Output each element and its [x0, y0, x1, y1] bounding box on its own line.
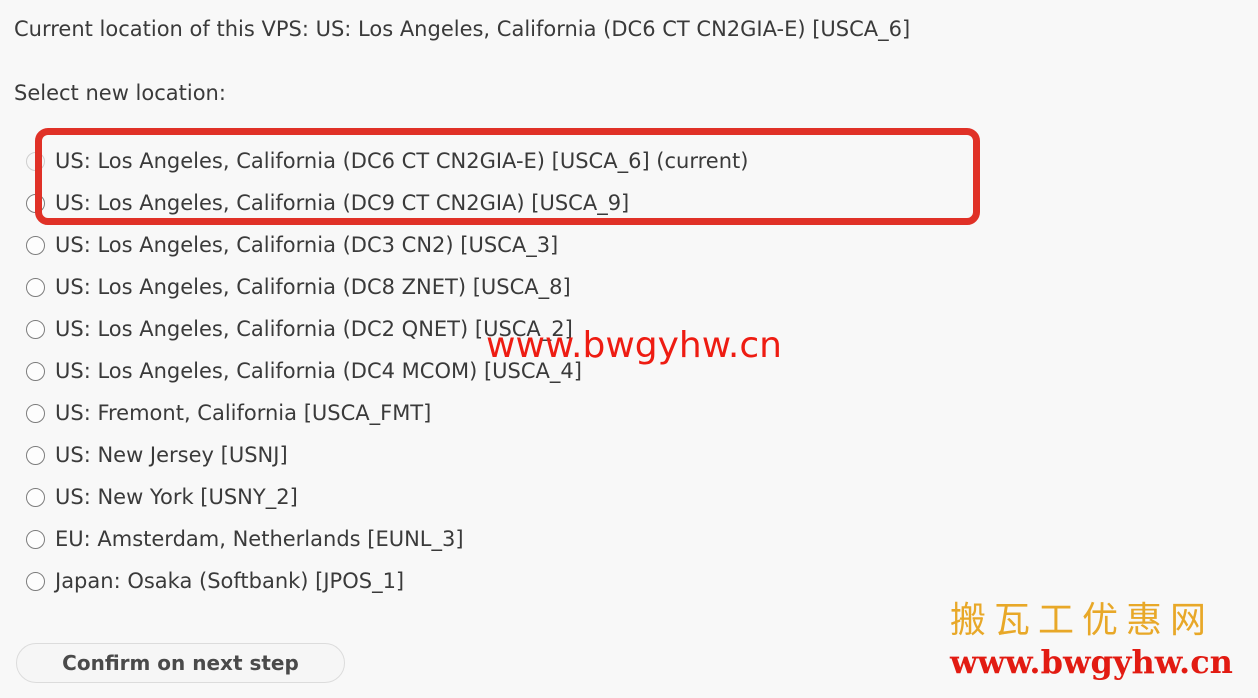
location-option-row[interactable]: US: New Jersey [USNJ]	[0, 434, 1258, 476]
radio-button-icon[interactable]	[26, 361, 45, 381]
location-option-row[interactable]: Japan: Osaka (Softbank) [JPOS_1]	[0, 560, 1258, 602]
location-option-label: US: Los Angeles, California (DC8 ZNET) […	[55, 275, 571, 299]
current-location-text: Current location of this VPS: US: Los An…	[14, 17, 911, 41]
location-option-row[interactable]: US: New York [USNY_2]	[0, 476, 1258, 518]
location-option-row[interactable]: US: Los Angeles, California (DC3 CN2) [U…	[0, 224, 1258, 266]
radio-button-icon[interactable]	[26, 235, 45, 255]
location-option-label: US: New Jersey [USNJ]	[55, 443, 288, 467]
location-option-row[interactable]: US: Los Angeles, California (DC2 QNET) […	[0, 308, 1258, 350]
radio-button-icon[interactable]	[26, 277, 45, 297]
radio-button-icon[interactable]	[26, 151, 45, 171]
radio-button-icon[interactable]	[26, 571, 45, 591]
confirm-on-next-step-button[interactable]: Confirm on next step	[16, 643, 345, 683]
location-option-label: US: Los Angeles, California (DC3 CN2) [U…	[55, 233, 559, 257]
location-option-label: US: Los Angeles, California (DC6 CT CN2G…	[55, 149, 749, 173]
location-option-label: US: Los Angeles, California (DC2 QNET) […	[55, 317, 573, 341]
watermark-corner-chinese: 搬瓦工优惠网	[950, 600, 1215, 641]
radio-button-icon[interactable]	[26, 445, 45, 465]
select-new-location-label: Select new location:	[14, 81, 226, 105]
location-option-row[interactable]: EU: Amsterdam, Netherlands [EUNL_3]	[0, 518, 1258, 560]
radio-button-icon[interactable]	[26, 403, 45, 423]
location-option-label: US: Los Angeles, California (DC9 CT CN2G…	[55, 191, 630, 215]
location-option-label: US: New York [USNY_2]	[55, 485, 298, 509]
location-option-label: US: Los Angeles, California (DC4 MCOM) […	[55, 359, 582, 383]
location-option-row[interactable]: US: Fremont, California [USCA_FMT]	[0, 392, 1258, 434]
location-option-row[interactable]: US: Los Angeles, California (DC8 ZNET) […	[0, 266, 1258, 308]
radio-button-icon[interactable]	[26, 319, 45, 339]
location-selection-page: Current location of this VPS: US: Los An…	[0, 0, 1258, 698]
radio-button-icon[interactable]	[26, 529, 45, 549]
location-option-row[interactable]: US: Los Angeles, California (DC9 CT CN2G…	[0, 182, 1258, 224]
watermark-corner-url: www.bwgyhw.cn	[950, 643, 1233, 681]
watermark-corner: 搬瓦工优惠网 www.bwgyhw.cn	[950, 600, 1250, 680]
location-option-label: US: Fremont, California [USCA_FMT]	[55, 401, 432, 425]
location-option-label: Japan: Osaka (Softbank) [JPOS_1]	[55, 569, 405, 593]
location-option-label: EU: Amsterdam, Netherlands [EUNL_3]	[55, 527, 464, 551]
location-options-list: US: Los Angeles, California (DC6 CT CN2G…	[0, 140, 1258, 602]
radio-button-icon[interactable]	[26, 487, 45, 507]
location-option-row[interactable]: US: Los Angeles, California (DC6 CT CN2G…	[0, 140, 1258, 182]
radio-button-icon[interactable]	[26, 193, 45, 213]
location-option-row[interactable]: US: Los Angeles, California (DC4 MCOM) […	[0, 350, 1258, 392]
